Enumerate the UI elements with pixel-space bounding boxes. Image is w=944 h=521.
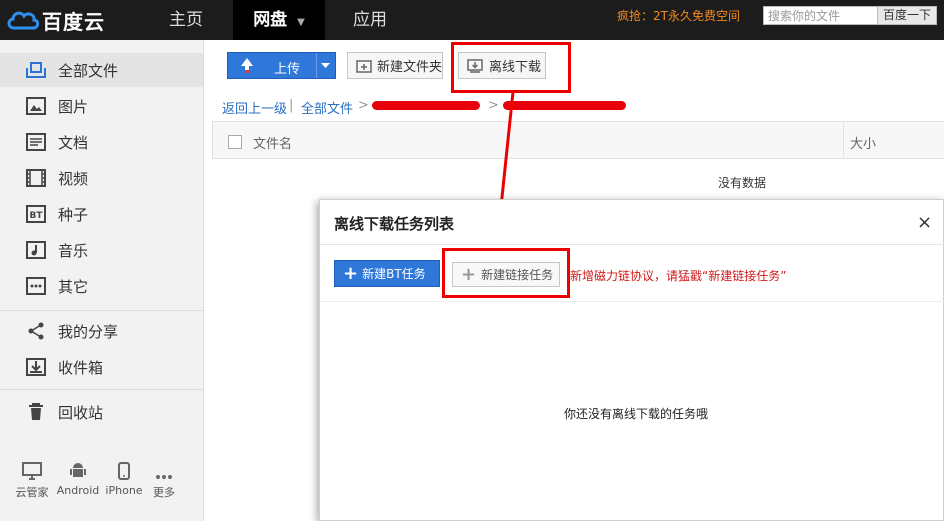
sidebar-item-label: 音乐 — [58, 241, 89, 260]
device-iphone[interactable]: iPhone — [104, 458, 144, 497]
empty-table-message: 没有数据 — [718, 176, 767, 190]
trash-icon — [25, 402, 47, 422]
new-bt-task-button[interactable]: + 新建BT任务 — [334, 260, 440, 287]
sidebar-item-all-files[interactable]: 全部文件 — [0, 53, 203, 87]
column-header-size[interactable]: 大小 — [850, 133, 876, 152]
plus-icon: + — [343, 262, 359, 284]
device-cloud-manager[interactable]: 云管家 — [12, 458, 52, 500]
sidebar-item-music[interactable]: 音乐 — [0, 233, 203, 267]
device-android[interactable]: Android — [56, 458, 100, 497]
sidebar-item-inbox[interactable]: 收件箱 — [0, 350, 203, 384]
upload-icon — [241, 58, 253, 73]
nav-tab-home[interactable]: 主页 — [148, 0, 224, 40]
new-folder-label: 新建文件夹 — [377, 60, 443, 75]
annotation-highlight-box — [442, 248, 570, 298]
upload-button[interactable]: 上传 — [227, 52, 336, 79]
sidebar-item-torrents[interactable]: BT 种子 — [0, 197, 203, 231]
sidebar-item-label: 我的分享 — [58, 322, 119, 341]
chevron-down-icon: ▼ — [297, 17, 305, 28]
svg-text:BT: BT — [30, 211, 44, 221]
annotation-highlight-box — [451, 42, 571, 93]
more-dots-icon — [25, 276, 47, 296]
search-button[interactable]: 百度一下 — [877, 6, 937, 25]
upload-dropdown-chevron[interactable] — [316, 53, 335, 78]
device-label: 更多 — [153, 486, 175, 499]
magnet-protocol-hint: 新增磁力链协议，请猛戳“新建链接任务” — [570, 269, 787, 283]
cloud-logo-icon — [7, 11, 40, 30]
dialog-header: 离线下载任务列表 × — [320, 200, 944, 245]
logo-text: 百度云 — [42, 9, 105, 34]
sidebar-item-label: 视频 — [58, 169, 89, 188]
sidebar-item-label: 种子 — [58, 205, 89, 224]
music-icon — [25, 240, 47, 260]
top-navigation-bar: 百度云 主页 网盘 ▼ 应用 疯抢：2T永久免费空间 搜索你的文件 百度一下 — [0, 0, 944, 40]
device-label: iPhone — [105, 484, 143, 497]
empty-task-message: 你还没有离线下载的任务哦 — [564, 407, 709, 421]
sidebar: 全部文件 图片 文档 视频 BT 种子 音乐 其它 我的分享 收件箱 回收站 云… — [0, 40, 204, 521]
nav-tab-netdisk[interactable]: 网盘 ▼ — [233, 0, 325, 40]
share-icon — [25, 321, 47, 341]
offline-download-dialog: 离线下载任务列表 × + 新建BT任务 + 新建链接任务 新增磁力链协议，请猛戳… — [319, 199, 944, 521]
device-label: Android — [56, 484, 100, 497]
new-folder-icon — [356, 59, 372, 73]
search-input[interactable]: 搜索你的文件 — [763, 6, 878, 25]
sidebar-item-label: 文档 — [58, 133, 89, 152]
dialog-divider — [320, 301, 944, 302]
sidebar-item-images[interactable]: 图片 — [0, 89, 203, 123]
nav-tab-netdisk-label: 网盘 — [253, 10, 288, 30]
redacted-breadcrumb-scribble — [372, 101, 480, 110]
sidebar-item-label: 回收站 — [58, 403, 104, 422]
video-icon — [25, 168, 47, 188]
sidebar-item-label: 其它 — [58, 277, 89, 296]
image-icon — [25, 96, 47, 116]
nav-tab-apps[interactable]: 应用 — [334, 0, 406, 40]
sidebar-item-label: 图片 — [58, 97, 89, 116]
new-bt-task-label: 新建BT任务 — [362, 267, 426, 281]
breadcrumb-divider: | — [289, 98, 294, 113]
upload-button-label: 上传 — [274, 62, 301, 77]
sidebar-item-documents[interactable]: 文档 — [0, 125, 203, 159]
bt-icon: BT — [25, 204, 47, 224]
all-files-icon — [25, 60, 47, 80]
sidebar-item-my-shares[interactable]: 我的分享 — [0, 314, 203, 348]
phone-icon — [104, 458, 144, 480]
sidebar-divider — [0, 389, 203, 390]
breadcrumb-back-link[interactable]: 返回上一级 — [222, 98, 287, 117]
chevron-down-icon — [321, 63, 330, 68]
select-all-checkbox[interactable] — [228, 135, 242, 149]
sidebar-item-other[interactable]: 其它 — [0, 269, 203, 303]
inbox-icon — [25, 357, 47, 377]
sidebar-divider — [0, 310, 203, 311]
sidebar-item-videos[interactable]: 视频 — [0, 161, 203, 195]
file-table-header — [212, 121, 944, 159]
baidu-cloud-logo[interactable]: 百度云 — [6, 6, 105, 34]
promo-link[interactable]: 疯抢：2T永久免费空间 — [617, 0, 740, 32]
column-divider — [843, 122, 844, 158]
android-icon — [56, 458, 100, 480]
monitor-icon — [12, 458, 52, 480]
device-more[interactable]: 更多 — [146, 458, 182, 500]
document-icon — [25, 132, 47, 152]
sidebar-item-recycle-bin[interactable]: 回收站 — [0, 395, 203, 429]
close-icon[interactable]: × — [917, 212, 932, 233]
device-label: 云管家 — [15, 486, 49, 499]
dialog-title: 离线下载任务列表 — [334, 215, 455, 233]
new-folder-button[interactable]: 新建文件夹 — [347, 52, 443, 79]
breadcrumb-separator: > — [358, 98, 369, 113]
breadcrumb-all-files-link[interactable]: 全部文件 — [301, 98, 353, 117]
sidebar-item-label: 全部文件 — [58, 61, 119, 80]
column-header-filename[interactable]: 文件名 — [253, 133, 292, 152]
ellipsis-icon — [146, 458, 182, 480]
sidebar-item-label: 收件箱 — [58, 358, 104, 377]
